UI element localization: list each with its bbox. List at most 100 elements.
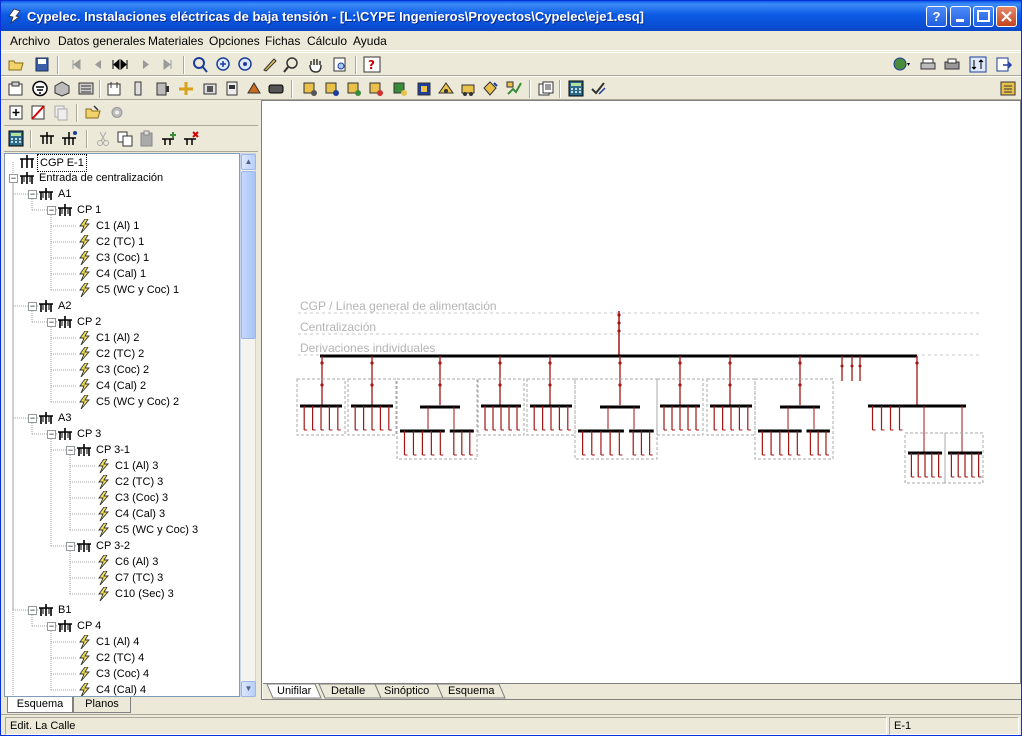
element-7-icon[interactable] — [245, 80, 263, 97]
redraw-icon[interactable] — [191, 56, 209, 73]
busbar-icon — [39, 300, 53, 312]
copy-element-icon[interactable] — [52, 104, 70, 121]
ground-icon[interactable] — [31, 80, 49, 97]
tree-node-label: C10 (Sec) 3 — [115, 588, 174, 600]
help-button[interactable]: ? — [926, 6, 947, 27]
collapse-toggle[interactable]: − — [66, 446, 75, 455]
open-element-icon[interactable] — [84, 104, 102, 121]
tool-3-icon[interactable] — [345, 80, 363, 97]
calc-tree-icon[interactable] — [7, 130, 25, 147]
collapse-toggle[interactable]: − — [47, 206, 56, 215]
tab-detalle[interactable]: Detalle — [331, 685, 365, 697]
close-button[interactable] — [996, 6, 1017, 27]
menu-archivo[interactable]: Archivo — [10, 34, 50, 48]
tab-sinoptico[interactable]: Sinóptico — [384, 685, 429, 697]
previous-icon[interactable] — [89, 56, 107, 73]
add-sub-branch-icon[interactable] — [60, 130, 78, 147]
collapse-toggle[interactable]: − — [28, 190, 37, 199]
tree-scrollbar[interactable]: ▲ ▼ — [240, 153, 256, 697]
menu-datos-generales[interactable]: Datos generales — [58, 34, 145, 48]
tool-4-icon[interactable] — [367, 80, 385, 97]
print-preview-icon[interactable] — [331, 56, 349, 73]
save-icon[interactable] — [33, 56, 51, 73]
paste-icon[interactable] — [138, 130, 156, 147]
report-icon[interactable] — [537, 80, 555, 97]
collapse-toggle[interactable]: − — [28, 606, 37, 615]
tool-6-icon[interactable] — [415, 80, 433, 97]
collapse-toggle[interactable]: − — [28, 302, 37, 311]
printer-icon[interactable] — [919, 56, 937, 73]
tab-esquema-view[interactable]: Esquema — [448, 685, 494, 697]
minimize-button[interactable] — [950, 6, 971, 27]
maximize-button[interactable] — [973, 6, 994, 27]
tab-planos[interactable]: Planos — [73, 697, 131, 713]
scroll-up-button[interactable]: ▲ — [241, 154, 256, 170]
element-3-icon[interactable] — [153, 80, 171, 97]
check-icon[interactable] — [589, 80, 607, 97]
new-element-icon[interactable] — [7, 104, 25, 121]
scroll-down-button[interactable]: ▼ — [241, 681, 256, 697]
collapse-toggle[interactable]: − — [66, 542, 75, 551]
pan-hand-icon[interactable] — [307, 56, 325, 73]
collapse-toggle[interactable]: − — [9, 174, 18, 183]
installation-tree[interactable]: CGP E-1− Entrada de centralización − A1− CP … — [4, 153, 240, 697]
menu-ayuda[interactable]: Ayuda — [353, 34, 387, 48]
tool-9-icon[interactable] — [481, 80, 499, 97]
element-6-icon[interactable] — [223, 80, 241, 97]
tab-unifilar[interactable]: Unifilar — [277, 685, 311, 697]
menu-opciones[interactable]: Opciones — [209, 34, 260, 48]
insert-icon[interactable] — [160, 130, 178, 147]
add-branch-icon[interactable] — [38, 130, 56, 147]
fuse-mark — [617, 329, 621, 333]
breaker-mark — [798, 383, 802, 387]
general-data-icon[interactable] — [7, 80, 25, 97]
collapse-toggle[interactable]: − — [28, 414, 37, 423]
zoom-icon[interactable] — [237, 56, 255, 73]
panel-icon[interactable] — [77, 80, 95, 97]
element-5-icon[interactable] — [201, 80, 219, 97]
collapse-toggle[interactable]: − — [47, 318, 56, 327]
tool-5-icon[interactable] — [391, 80, 409, 97]
tab-esquema[interactable]: Esquema — [7, 697, 73, 713]
jump-icon[interactable] — [111, 56, 129, 73]
first-icon[interactable] — [67, 56, 85, 73]
last-icon[interactable] — [159, 56, 177, 73]
element-4-icon[interactable] — [177, 80, 195, 97]
calculator-icon[interactable] — [567, 80, 585, 97]
plotter-icon[interactable] — [943, 56, 961, 73]
tool-10-icon[interactable] — [505, 80, 523, 97]
next-icon[interactable] — [137, 56, 155, 73]
collapse-toggle[interactable]: − — [47, 622, 56, 631]
delete-element-icon[interactable] — [29, 104, 47, 121]
options-icon[interactable] — [999, 80, 1017, 97]
remove-icon[interactable] — [182, 130, 200, 147]
copy-icon[interactable] — [116, 130, 134, 147]
open-folder-icon[interactable] — [7, 56, 25, 73]
scroll-thumb[interactable] — [241, 171, 256, 339]
element-1-icon[interactable] — [105, 80, 123, 97]
tool-1-icon[interactable] — [301, 80, 319, 97]
busbar-icon — [58, 620, 72, 632]
collapse-toggle[interactable]: − — [47, 430, 56, 439]
zoom-window-icon[interactable] — [283, 56, 301, 73]
box-icon[interactable] — [53, 80, 71, 97]
tool-2-icon[interactable] — [323, 80, 341, 97]
menu-materiales[interactable]: Materiales — [148, 34, 203, 48]
tool-8-icon[interactable] — [459, 80, 477, 97]
cut-icon[interactable] — [94, 130, 112, 147]
globe-icon[interactable] — [893, 56, 911, 73]
menu-calculo[interactable]: Cálculo — [307, 34, 347, 48]
element-2-icon[interactable] — [129, 80, 147, 97]
help-context-icon[interactable]: ? — [363, 56, 381, 73]
pen-icon[interactable] — [261, 56, 279, 73]
zoom-all-icon[interactable] — [215, 56, 233, 73]
breaker-mark — [618, 361, 622, 365]
menu-fichas[interactable]: Fichas — [265, 34, 300, 48]
title-bar[interactable]: Cypelec. Instalaciones eléctricas de baj… — [1, 1, 1021, 31]
element-8-icon[interactable] — [267, 80, 285, 97]
sort-icon[interactable] — [969, 56, 987, 73]
tool-7-icon[interactable] — [437, 80, 455, 97]
exit-icon[interactable] — [995, 56, 1013, 73]
properties-icon[interactable] — [108, 104, 126, 121]
diagram-canvas[interactable]: CGP / Línea general de alimentación Centr… — [261, 100, 1021, 700]
